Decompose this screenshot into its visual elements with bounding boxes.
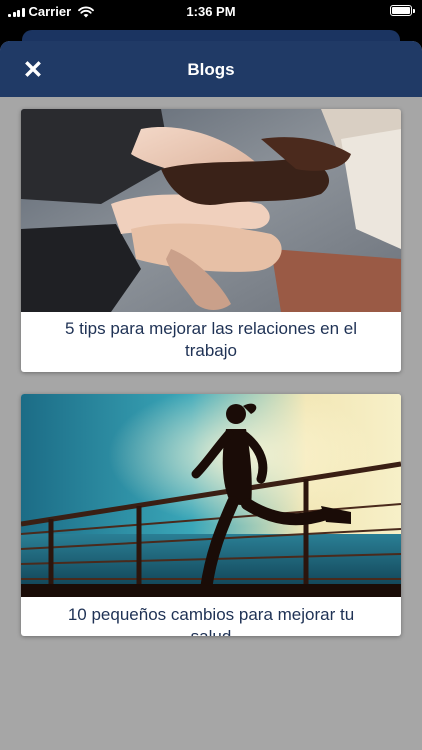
blogs-modal: Blogs 5 tips para mejorar las relaciones… [0,41,422,750]
blog-card-title: 5 tips para mejorar las relaciones en el… [65,319,357,360]
stacked-hands-photo [21,109,401,312]
runner-sunset-photo [21,394,401,597]
status-time: 1:36 PM [186,4,236,19]
page-title: Blogs [187,60,235,79]
blog-card[interactable]: 10 pequeños cambios para mejorar tu salu… [21,394,401,636]
status-bar: Carrier 1:36 PM [0,0,422,22]
blog-card-title: 10 pequeños cambios para mejorar tu salu… [67,605,355,636]
blog-card-image-hands [21,109,401,312]
blog-card[interactable]: 5 tips para mejorar las relaciones en el… [21,109,401,372]
blog-card-image-runner [21,394,401,597]
navigation-bar: Blogs [0,41,422,97]
battery-icon [390,5,415,16]
